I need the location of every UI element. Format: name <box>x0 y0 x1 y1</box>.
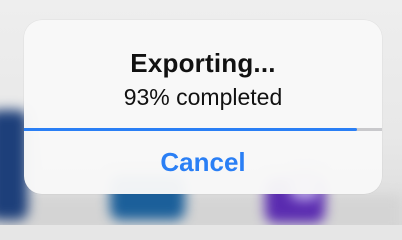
export-progress-dialog: Exporting... 93% completed Cancel <box>24 20 382 194</box>
cancel-button[interactable]: Cancel <box>24 131 382 194</box>
progress-message: 93% completed <box>123 84 283 110</box>
dialog-title: Exporting... <box>130 48 276 78</box>
background-bottom-bar <box>0 195 402 225</box>
